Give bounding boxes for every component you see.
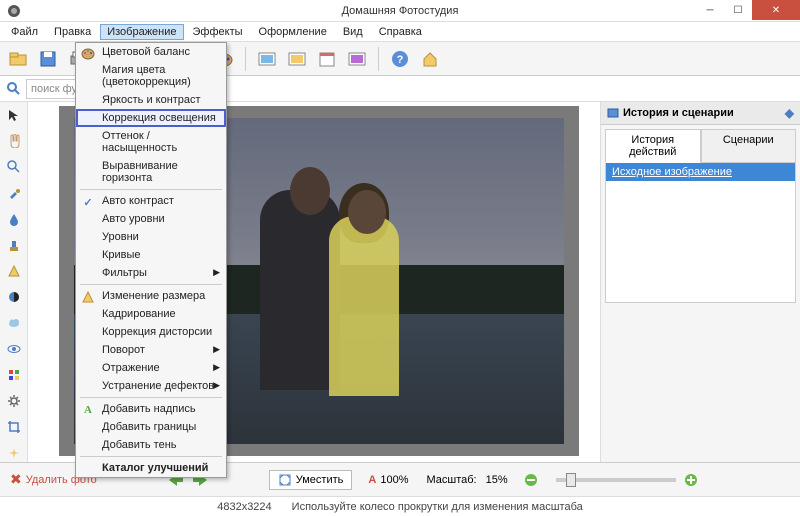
grid-icon[interactable] (5, 366, 23, 384)
image-menu-dropdown: Цветовой балансМагия цвета (цветокоррекц… (75, 42, 227, 478)
brush-icon[interactable] (5, 184, 23, 202)
menu-item[interactable]: Устранение дефектов▶ (76, 377, 226, 395)
pointer-icon[interactable] (5, 106, 23, 124)
menu-file[interactable]: Файл (4, 24, 45, 40)
menu-help[interactable]: Справка (372, 24, 429, 40)
palette-icon (80, 45, 96, 61)
menu-separator (80, 456, 222, 457)
tool-rail (0, 102, 28, 462)
photo3-icon[interactable] (345, 47, 369, 71)
menu-effects[interactable]: Эффекты (186, 24, 250, 40)
tab-scenarios[interactable]: Сценарии (701, 129, 797, 163)
shape-icon[interactable] (5, 262, 23, 280)
menu-item[interactable]: Каталог улучшений (76, 459, 226, 477)
menu-item[interactable]: Коррекция дисторсии (76, 323, 226, 341)
zoom-icon[interactable] (5, 158, 23, 176)
delete-icon: ✖ (10, 471, 22, 488)
menu-view[interactable]: Вид (336, 24, 370, 40)
photo2-icon[interactable] (285, 47, 309, 71)
zoom-100[interactable]: A 100% (368, 474, 408, 486)
menu-item[interactable]: Яркость и контраст (76, 91, 226, 109)
zoom-in-icon[interactable] (684, 473, 698, 487)
status-hint: Используйте колесо прокрутки для изменен… (292, 501, 583, 513)
collapse-icon[interactable]: ◆ (785, 106, 794, 120)
menu-item[interactable]: Магия цвета (цветокоррекция) (76, 61, 226, 91)
hand-icon[interactable] (5, 132, 23, 150)
submenu-arrow-icon: ▶ (213, 362, 220, 373)
menu-item[interactable]: AДобавить надпись (76, 400, 226, 418)
menu-separator (80, 397, 222, 398)
fit-button[interactable]: Уместить (269, 470, 353, 490)
zoom-slider[interactable] (556, 478, 676, 482)
drop-icon[interactable] (5, 210, 23, 228)
side-panel-title: История и сценарии (623, 107, 734, 119)
home-icon[interactable] (418, 47, 442, 71)
text-a-icon: A (80, 402, 96, 418)
window-title: Домашняя Фотостудия (342, 5, 459, 17)
menu-item[interactable]: ✓Авто контраст (76, 192, 226, 210)
svg-text:?: ? (397, 54, 404, 66)
search-icon (6, 81, 22, 97)
crop-icon[interactable] (5, 418, 23, 436)
fit-icon (278, 473, 292, 487)
status-bar: 4832x3224 Используйте колесо прокрутки д… (0, 496, 800, 516)
menu-item[interactable]: Кадрирование (76, 305, 226, 323)
menubar: Файл Правка Изображение Эффекты Оформлен… (0, 22, 800, 42)
maximize-button[interactable]: ☐ (724, 0, 752, 20)
menu-image[interactable]: Изображение (100, 24, 183, 40)
save-icon[interactable] (36, 47, 60, 71)
warn-icon (80, 289, 96, 305)
menu-separator (80, 189, 222, 190)
app-icon (6, 3, 22, 19)
calendar-icon[interactable] (315, 47, 339, 71)
window-controls: ─ ☐ ✕ (696, 0, 800, 20)
zoom-a-icon: A (368, 474, 376, 486)
menu-item[interactable]: Уровни (76, 228, 226, 246)
titlebar: Домашняя Фотостудия ─ ☐ ✕ (0, 0, 800, 22)
sparkle-icon[interactable] (5, 444, 23, 462)
history-icon (607, 107, 619, 119)
submenu-arrow-icon: ▶ (213, 380, 220, 391)
history-item[interactable]: Исходное изображение (606, 163, 795, 181)
side-panel-header: История и сценарии ◆ (601, 102, 800, 125)
menu-item[interactable]: Добавить границы (76, 418, 226, 436)
menu-item[interactable]: Оттенок / насыщенность (76, 127, 226, 157)
menu-item[interactable]: Выравнивание горизонта (76, 157, 226, 187)
image-dimensions: 4832x3224 (217, 501, 271, 513)
eye-icon[interactable] (5, 340, 23, 358)
menu-item[interactable]: Отражение▶ (76, 359, 226, 377)
help-icon[interactable]: ? (388, 47, 412, 71)
submenu-arrow-icon: ▶ (213, 267, 220, 278)
menu-item[interactable]: Цветовой баланс (76, 43, 226, 61)
tab-history[interactable]: История действий (605, 129, 701, 163)
minimize-button[interactable]: ─ (696, 0, 724, 20)
side-panel-tabs: История действий Сценарии (605, 129, 796, 163)
menu-item[interactable]: Фильтры▶ (76, 264, 226, 282)
gear-icon[interactable] (5, 392, 23, 410)
close-button[interactable]: ✕ (752, 0, 800, 20)
stamp-icon[interactable] (5, 236, 23, 254)
menu-item[interactable]: Коррекция освещения (76, 109, 226, 127)
menu-design[interactable]: Оформление (252, 24, 334, 40)
zoom-out-icon[interactable] (524, 473, 538, 487)
menu-separator (80, 284, 222, 285)
menu-item[interactable]: Добавить тень (76, 436, 226, 454)
open-icon[interactable] (6, 47, 30, 71)
scale-label: Масштаб: 15% (426, 474, 507, 486)
submenu-arrow-icon: ▶ (213, 344, 220, 355)
menu-edit[interactable]: Правка (47, 24, 98, 40)
menu-item[interactable]: Авто уровни (76, 210, 226, 228)
cloud-icon[interactable] (5, 314, 23, 332)
side-panel: История и сценарии ◆ История действий Сц… (600, 102, 800, 462)
photo1-icon[interactable] (255, 47, 279, 71)
menu-item[interactable]: Кривые (76, 246, 226, 264)
check-icon: ✓ (80, 194, 96, 210)
menu-item[interactable]: Поворот▶ (76, 341, 226, 359)
history-list: Исходное изображение (605, 163, 796, 303)
contrast-icon[interactable] (5, 288, 23, 306)
menu-item[interactable]: Изменение размера (76, 287, 226, 305)
